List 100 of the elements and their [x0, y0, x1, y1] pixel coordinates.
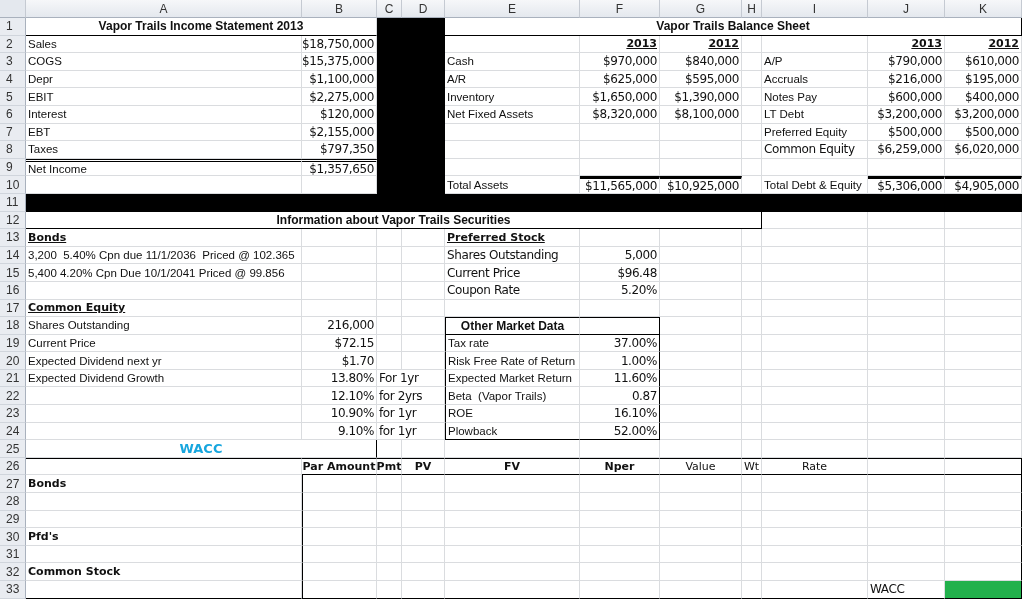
table-cell: $4,905,000: [945, 176, 1022, 194]
table-cell: $1,390,000: [660, 88, 742, 106]
row-header[interactable]: 28: [0, 493, 26, 511]
table-cell: Vapor Trails Balance Sheet: [445, 18, 1022, 36]
table-cell: [377, 440, 402, 458]
row-header[interactable]: 27: [0, 475, 26, 494]
table-cell: Risk Free Rate of Return: [445, 352, 580, 370]
row-header[interactable]: 10: [0, 176, 26, 194]
row-header[interactable]: 8: [0, 141, 26, 159]
table-cell: $6,259,000: [868, 141, 945, 159]
sheet-corner[interactable]: [0, 0, 26, 18]
table-cell: COGS: [26, 53, 302, 71]
table-cell: [402, 475, 445, 494]
table-cell: [742, 53, 762, 71]
table-cell: [402, 352, 445, 370]
table-cell: [742, 88, 762, 106]
column-header[interactable]: G: [660, 0, 742, 18]
table-cell: Total Assets: [445, 176, 580, 194]
row-header[interactable]: 22: [0, 387, 26, 406]
column-header[interactable]: E: [445, 0, 580, 18]
table-cell: $797,350: [302, 141, 377, 159]
table-cell: for 2yrs: [377, 387, 445, 406]
table-cell: Vapor Trails Income Statement 2013: [26, 18, 377, 36]
table-cell: $400,000: [945, 88, 1022, 106]
table-cell: $15,375,000: [302, 53, 377, 71]
table-cell: [377, 493, 402, 511]
table-cell: [742, 264, 762, 282]
table-cell: Expected Dividend next yr: [26, 352, 302, 370]
table-cell: [742, 440, 762, 458]
row-header[interactable]: 1: [0, 18, 26, 36]
table-cell: Cash: [445, 53, 580, 71]
column-header[interactable]: F: [580, 0, 660, 18]
column-header[interactable]: I: [762, 0, 868, 18]
table-cell: $6,020,000: [945, 141, 1022, 159]
table-cell: Notes Pay: [762, 88, 868, 106]
table-cell: [742, 528, 762, 546]
table-cell: EBIT: [26, 88, 302, 106]
table-cell: [402, 229, 445, 247]
table-cell: $11,565,000: [580, 176, 660, 194]
table-cell: [377, 563, 402, 581]
table-cell: [377, 475, 402, 494]
row-header[interactable]: 13: [0, 229, 26, 247]
row-header[interactable]: 33: [0, 581, 26, 599]
table-cell: $790,000: [868, 53, 945, 71]
table-cell: $1.70: [302, 352, 377, 370]
column-header[interactable]: J: [868, 0, 945, 18]
row-header[interactable]: 18: [0, 317, 26, 335]
row-header[interactable]: 20: [0, 352, 26, 370]
table-cell: [742, 141, 762, 159]
table-cell: Common Equity: [762, 141, 868, 159]
table-cell: 0.87: [580, 387, 660, 406]
table-cell: $1,650,000: [580, 88, 660, 106]
table-cell: [742, 581, 762, 599]
table-cell: [742, 352, 762, 370]
table-cell: Preferred Stock: [445, 229, 580, 247]
table-cell: $970,000: [580, 53, 660, 71]
table-cell: 5,400 4.20% Cpn Due 10/1/2041 Priced @ 99.856: [26, 264, 302, 282]
table-cell: [402, 528, 445, 546]
table-cell: [377, 528, 402, 546]
table-cell: 16.10%: [580, 405, 660, 423]
table-cell: [742, 176, 762, 194]
table-cell: [742, 493, 762, 511]
column-header[interactable]: C: [377, 0, 402, 18]
table-cell: Other Market Data: [445, 317, 580, 335]
table-cell: Shares Outstanding: [26, 317, 302, 335]
table-cell: Bonds: [26, 229, 302, 247]
table-cell: Beta (Vapor Trails): [445, 387, 580, 406]
row-header[interactable]: 30: [0, 528, 26, 546]
column-header[interactable]: K: [945, 0, 1022, 18]
table-cell: [402, 581, 445, 599]
table-cell: ROE: [445, 405, 580, 423]
table-cell: [742, 563, 762, 581]
column-header[interactable]: B: [302, 0, 377, 18]
row-header[interactable]: 3: [0, 53, 26, 71]
table-cell: WACC: [868, 581, 945, 599]
table-cell: [402, 493, 445, 511]
table-cell: Total Debt & Equity: [762, 176, 868, 194]
table-cell: $840,000: [660, 53, 742, 71]
table-cell: Bonds: [26, 475, 302, 494]
table-cell: $96.48: [580, 264, 660, 282]
table-cell: [402, 440, 445, 458]
table-cell: Current Price: [445, 264, 580, 282]
table-cell: for 1yr: [377, 405, 445, 423]
row-header[interactable]: 32: [0, 563, 26, 581]
table-cell: [402, 264, 445, 282]
table-cell: $5,306,000: [868, 176, 945, 194]
column-header[interactable]: H: [742, 0, 762, 18]
column-header[interactable]: D: [402, 0, 445, 18]
row-header[interactable]: 25: [0, 440, 26, 458]
table-cell: 1.00%: [580, 352, 660, 370]
table-cell: 216,000: [302, 317, 377, 335]
table-cell: [377, 264, 402, 282]
table-cell: [402, 563, 445, 581]
row-header[interactable]: 5: [0, 88, 26, 106]
row-header[interactable]: 15: [0, 264, 26, 282]
table-cell: [742, 229, 762, 247]
table-cell: [742, 387, 762, 406]
column-header[interactable]: A: [26, 0, 302, 18]
table-cell: 12.10%: [302, 387, 377, 406]
row-header[interactable]: 23: [0, 405, 26, 423]
